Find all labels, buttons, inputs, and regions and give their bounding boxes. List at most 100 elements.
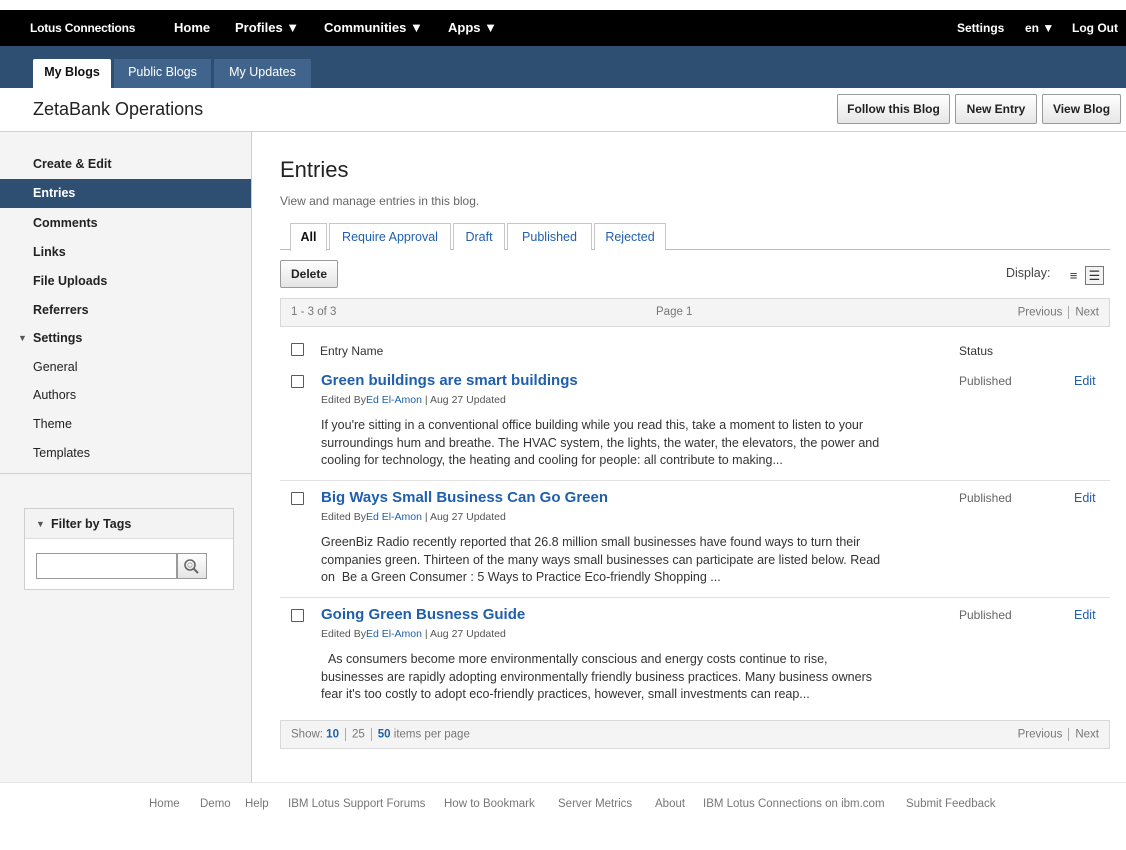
- row-divider: [280, 597, 1110, 598]
- edited-by-label: Edited By: [321, 628, 366, 640]
- sidebar-item-referrers[interactable]: Referrers: [0, 296, 251, 325]
- column-status[interactable]: Status: [959, 344, 993, 358]
- entry-checkbox[interactable]: [291, 492, 304, 505]
- sidebar-item-settings[interactable]: ▼ Settings: [0, 324, 251, 353]
- pager-top: 1 - 3 of 3 Page 1 Previous Next: [280, 298, 1110, 327]
- pager-bottom: Show: 10 25 50 items per page Previous Next: [280, 720, 1110, 749]
- sidebar-item-links[interactable]: Links: [0, 238, 251, 267]
- delete-button[interactable]: Delete: [280, 260, 338, 288]
- footer-server-metrics-link[interactable]: Server Metrics: [558, 798, 632, 810]
- items-per-page-label: items per page: [393, 728, 470, 741]
- sidebar-item-file-uploads[interactable]: File Uploads: [0, 267, 251, 296]
- pager-divider: [1068, 306, 1070, 319]
- entry-title-link[interactable]: Big Ways Small Business Can Go Green: [321, 489, 608, 506]
- entry-title-link[interactable]: Going Green Busness Guide: [321, 606, 525, 623]
- page-size-25[interactable]: 25: [352, 729, 365, 741]
- page-size-divider: [370, 728, 372, 741]
- footer-support-forums-link[interactable]: IBM Lotus Support Forums: [288, 798, 425, 810]
- entry-status: Published: [959, 374, 1012, 388]
- tab-my-blogs[interactable]: My Blogs: [33, 59, 111, 88]
- tab-draft[interactable]: Draft: [453, 223, 505, 250]
- tab-require-approval[interactable]: Require Approval: [329, 223, 451, 250]
- tag-search-button[interactable]: [177, 553, 207, 579]
- page-size-10[interactable]: 10: [326, 729, 339, 741]
- sidebar-item-entries[interactable]: Entries: [0, 179, 251, 208]
- filter-by-tags-header[interactable]: ▼ Filter by Tags: [25, 509, 233, 539]
- edit-link[interactable]: Edit: [1074, 374, 1096, 388]
- blogs-tab-band: My Blogs Public Blogs My Updates: [0, 46, 1126, 88]
- filter-by-tags-panel: ▼ Filter by Tags: [24, 508, 234, 590]
- tab-published[interactable]: Published: [507, 223, 592, 250]
- entry-date: | Aug 27 Updated: [421, 394, 506, 406]
- previous-link[interactable]: Previous: [1018, 307, 1063, 319]
- follow-blog-button[interactable]: Follow this Blog: [837, 94, 950, 124]
- entry-summary: GreenBiz Radio recently reported that 26…: [321, 535, 881, 584]
- entry-date: | Aug 27 Updated: [421, 628, 506, 640]
- display-label: Display:: [1006, 266, 1051, 280]
- sidebar-item-settings-label: Settings: [33, 331, 83, 345]
- author-link[interactable]: Ed El-Amon: [366, 628, 422, 640]
- next-link[interactable]: Next: [1075, 729, 1099, 741]
- edit-link[interactable]: Edit: [1074, 491, 1096, 505]
- detail-view-icon[interactable]: ☰: [1085, 266, 1104, 285]
- blog-title: ZetaBank Operations: [33, 99, 204, 119]
- collapse-triangle-icon: ▼: [36, 519, 45, 529]
- filter-by-tags-title: Filter by Tags: [51, 517, 132, 531]
- sidebar-item-theme[interactable]: Theme: [0, 410, 251, 439]
- previous-link[interactable]: Previous: [1018, 729, 1063, 741]
- footer-home-link[interactable]: Home: [149, 798, 180, 810]
- author-link[interactable]: Ed El-Amon: [366, 394, 422, 406]
- select-all-checkbox[interactable]: [291, 343, 304, 356]
- entry-meta: Edited ByEd El-Amon | Aug 27 Updated: [321, 628, 506, 640]
- sidebar-item-create-edit[interactable]: Create & Edit: [0, 150, 251, 179]
- language-menu[interactable]: en ▼: [1025, 10, 1054, 46]
- collapse-triangle-icon: ▼: [18, 333, 27, 343]
- search-icon: [184, 559, 199, 574]
- column-entry-name[interactable]: Entry Name: [320, 344, 383, 358]
- blog-header: ZetaBank Operations Follow this Blog New…: [0, 88, 1126, 132]
- brand-link[interactable]: Lotus Connections: [30, 10, 135, 46]
- tab-all[interactable]: All: [290, 223, 327, 251]
- tab-my-updates[interactable]: My Updates: [214, 59, 311, 88]
- entry-checkbox[interactable]: [291, 609, 304, 622]
- sidebar-item-comments[interactable]: Comments: [0, 209, 251, 238]
- entry-meta: Edited ByEd El-Amon | Aug 27 Updated: [321, 394, 506, 406]
- entry-status: Published: [959, 608, 1012, 622]
- page-size-50[interactable]: 50: [378, 729, 391, 741]
- result-range: 1 - 3 of 3: [291, 306, 337, 318]
- nav-communities-menu[interactable]: Communities ▼: [324, 10, 423, 46]
- next-link[interactable]: Next: [1075, 307, 1099, 319]
- footer-bookmark-link[interactable]: How to Bookmark: [444, 798, 535, 810]
- sidebar-item-templates[interactable]: Templates: [0, 439, 251, 468]
- nav-apps-menu[interactable]: Apps ▼: [448, 10, 497, 46]
- sidebar-item-authors[interactable]: Authors: [0, 381, 251, 410]
- row-divider: [280, 480, 1110, 481]
- footer-demo-link[interactable]: Demo: [200, 798, 231, 810]
- list-view-icon[interactable]: ≡: [1064, 266, 1083, 285]
- nav-home-link[interactable]: Home: [174, 10, 210, 46]
- author-link[interactable]: Ed El-Amon: [366, 511, 422, 523]
- footer-help-link[interactable]: Help: [245, 798, 269, 810]
- tab-rejected[interactable]: Rejected: [594, 223, 666, 250]
- entry-date: | Aug 27 Updated: [421, 511, 506, 523]
- logout-link[interactable]: Log Out: [1072, 10, 1118, 46]
- sidebar-item-general[interactable]: General: [0, 353, 251, 382]
- nav-profiles-menu[interactable]: Profiles ▼: [235, 10, 299, 46]
- pager-divider: [1068, 728, 1070, 741]
- footer-ibm-link[interactable]: IBM Lotus Connections on ibm.com: [703, 798, 885, 810]
- footer-feedback-link[interactable]: Submit Feedback: [906, 798, 996, 810]
- entry-status: Published: [959, 491, 1012, 505]
- sidebar-divider: [0, 473, 251, 474]
- edit-link[interactable]: Edit: [1074, 608, 1096, 622]
- entry-title-link[interactable]: Green buildings are smart buildings: [321, 372, 578, 389]
- edited-by-label: Edited By: [321, 511, 366, 523]
- tag-filter-input[interactable]: [36, 553, 177, 579]
- view-blog-button[interactable]: View Blog: [1042, 94, 1121, 124]
- nav-settings-link[interactable]: Settings: [957, 10, 1004, 46]
- footer-about-link[interactable]: About: [655, 798, 685, 810]
- entry-checkbox[interactable]: [291, 375, 304, 388]
- new-entry-button[interactable]: New Entry: [955, 94, 1037, 124]
- tab-public-blogs[interactable]: Public Blogs: [114, 59, 211, 88]
- page-description: View and manage entries in this blog.: [280, 194, 480, 208]
- edited-by-label: Edited By: [321, 394, 366, 406]
